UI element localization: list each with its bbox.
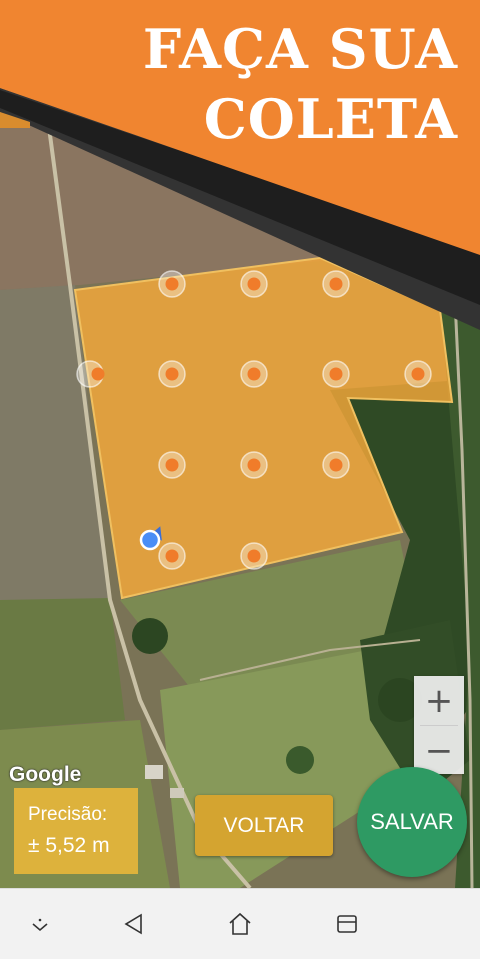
banner-title-line1: FAÇA SUA (142, 17, 458, 81)
back-triangle-icon[interactable] (112, 903, 156, 945)
promo-banner: FAÇA SUA COLETA (0, 0, 480, 330)
sample-point[interactable] (158, 542, 186, 570)
sample-point[interactable] (240, 360, 268, 388)
home-icon[interactable] (218, 903, 262, 945)
banner-title: FAÇA SUA COLETA (38, 14, 458, 154)
sample-point[interactable] (240, 451, 268, 479)
sample-point[interactable] (158, 451, 186, 479)
system-navigation-bar (0, 888, 480, 959)
precision-value: ± 5,52 m (28, 834, 110, 857)
sample-point[interactable] (404, 360, 432, 388)
sample-point[interactable] (322, 360, 350, 388)
save-button[interactable]: SALVAR (357, 767, 467, 877)
precision-panel: Precisão: ± 5,52 m (14, 788, 138, 874)
sample-point[interactable] (240, 542, 268, 570)
precision-label: Precisão: (28, 804, 108, 825)
back-button[interactable]: VOLTAR (195, 795, 333, 856)
recents-icon[interactable] (325, 903, 369, 945)
sample-point[interactable] (158, 360, 186, 388)
google-attribution: Google (9, 763, 82, 786)
keyboard-hide-icon[interactable] (18, 903, 62, 945)
banner-title-line2: COLETA (203, 87, 458, 151)
sample-point[interactable] (322, 451, 350, 479)
sample-point[interactable] (76, 360, 105, 388)
zoom-in-button[interactable]: + (414, 676, 464, 725)
zoom-controls: + − (414, 676, 464, 774)
